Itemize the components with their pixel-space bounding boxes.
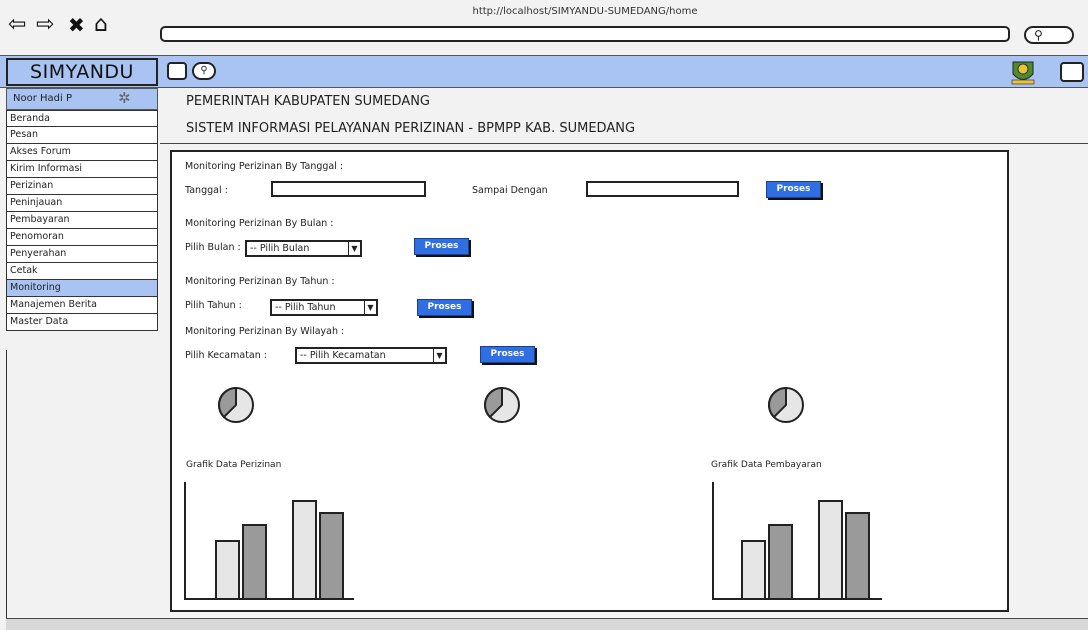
bar (768, 524, 793, 600)
date-to-input[interactable] (586, 181, 739, 197)
header-divider (160, 143, 1088, 144)
status-bar (6, 618, 1088, 630)
month-select-value: -- Pilih Bulan (250, 243, 310, 254)
pie-chart-icon (218, 386, 254, 423)
by-region-title: Monitoring Perizinan By Wilayah : (185, 326, 345, 337)
kecamatan-label: Pilih Kecamatan : (185, 350, 267, 361)
proses-date-button[interactable]: Proses (766, 181, 821, 198)
bar-chart-pembayaran (712, 482, 882, 600)
sidebar-item-perizinan[interactable]: Perizinan (6, 178, 158, 195)
bar (319, 512, 344, 600)
sidebar-border (6, 350, 7, 620)
y-axis (712, 482, 714, 600)
by-date-title: Monitoring Perizinan By Tanggal : (185, 161, 344, 172)
search-icon: ⚲ (1034, 28, 1043, 42)
window-button[interactable] (167, 62, 187, 80)
y-axis (184, 482, 186, 600)
chart-title-pembayaran: Grafik Data Pembayaran (711, 460, 822, 470)
sidebar-item-manajemen-berita[interactable]: Manajemen Berita (6, 297, 158, 314)
chevron-down-icon: ▼ (433, 349, 445, 362)
bar (845, 512, 870, 600)
kecamatan-select-value: -- Pilih Kecamatan (300, 350, 386, 361)
sidebar-item-penyerahan[interactable]: Penyerahan (6, 246, 158, 263)
sidebar-item-monitoring[interactable]: Monitoring (6, 280, 158, 297)
sidebar-menu: Beranda Pesan Akses Forum Kirim Informas… (6, 110, 158, 331)
sidebar-item-kirim-informasi[interactable]: Kirim Informasi (6, 161, 158, 178)
app-brand: SIMYANDU (6, 58, 158, 86)
page-header-line2: SISTEM INFORMASI PELAYANAN PERIZINAN - B… (186, 121, 636, 136)
sidebar-item-pesan[interactable]: Pesan (6, 127, 158, 144)
proses-month-button[interactable]: Proses (414, 238, 469, 255)
gear-icon[interactable]: ✲ (118, 88, 131, 108)
chart-title-perizinan: Grafik Data Perizinan (186, 460, 282, 470)
proses-year-button[interactable]: Proses (417, 299, 472, 316)
back-arrow-icon[interactable]: ⇦ (8, 14, 26, 36)
bar (818, 500, 843, 600)
user-name: Noor Hadi P (6, 88, 158, 110)
sidebar-item-peninjauan[interactable]: Peninjauan (6, 195, 158, 212)
user-name-label: Noor Hadi P (13, 93, 72, 104)
forward-arrow-icon[interactable]: ⇨ (36, 14, 54, 36)
chevron-down-icon: ▼ (364, 301, 376, 314)
url-text: http://localhost/SIMYANDU-SUMEDANG/home (472, 6, 698, 17)
kecamatan-select[interactable]: -- Pilih Kecamatan ▼ (295, 347, 447, 364)
year-select[interactable]: -- Pilih Tahun ▼ (270, 299, 378, 316)
sidebar-item-cetak[interactable]: Cetak (6, 263, 158, 280)
address-bar[interactable] (160, 26, 1010, 42)
sidebar-item-master-data[interactable]: Master Data (6, 314, 158, 331)
month-select[interactable]: -- Pilih Bulan ▼ (245, 240, 362, 257)
bar (741, 540, 766, 600)
bar (242, 524, 267, 600)
sidebar-item-pembayaran[interactable]: Pembayaran (6, 212, 158, 229)
bar (215, 540, 240, 600)
month-label: Pilih Bulan : (185, 242, 241, 253)
by-year-title: Monitoring Perizinan By Tahun : (185, 276, 335, 287)
bar (292, 500, 317, 600)
year-select-value: -- Pilih Tahun (275, 302, 336, 313)
chevron-down-icon: ▼ (348, 242, 360, 255)
regency-logo (1011, 61, 1035, 85)
date-from-label: Tanggal : (185, 185, 228, 196)
search-icon[interactable]: ⚲ (192, 62, 216, 80)
pie-chart-icon (484, 386, 520, 423)
browser-search-button[interactable] (1024, 26, 1074, 44)
page-header-line1: PEMERINTAH KABUPATEN SUMEDANG (186, 94, 431, 109)
home-icon[interactable]: ⌂ (94, 14, 108, 36)
pie-chart-icon (768, 386, 804, 423)
window-button[interactable] (1060, 62, 1084, 82)
app-topbar (0, 55, 1088, 88)
by-month-title: Monitoring Perizinan By Bulan : (185, 218, 334, 229)
sidebar-item-beranda[interactable]: Beranda (6, 110, 158, 127)
bar-chart-perizinan (184, 482, 354, 600)
close-icon[interactable]: ✖ (68, 14, 85, 36)
proses-region-button[interactable]: Proses (480, 346, 535, 363)
date-from-input[interactable] (271, 181, 426, 197)
sidebar-item-penomoran[interactable]: Penomoran (6, 229, 158, 246)
year-label: Pilih Tahun : (185, 300, 242, 311)
sidebar-item-akses-forum[interactable]: Akses Forum (6, 144, 158, 161)
date-to-label: Sampai Dengan (472, 185, 548, 196)
